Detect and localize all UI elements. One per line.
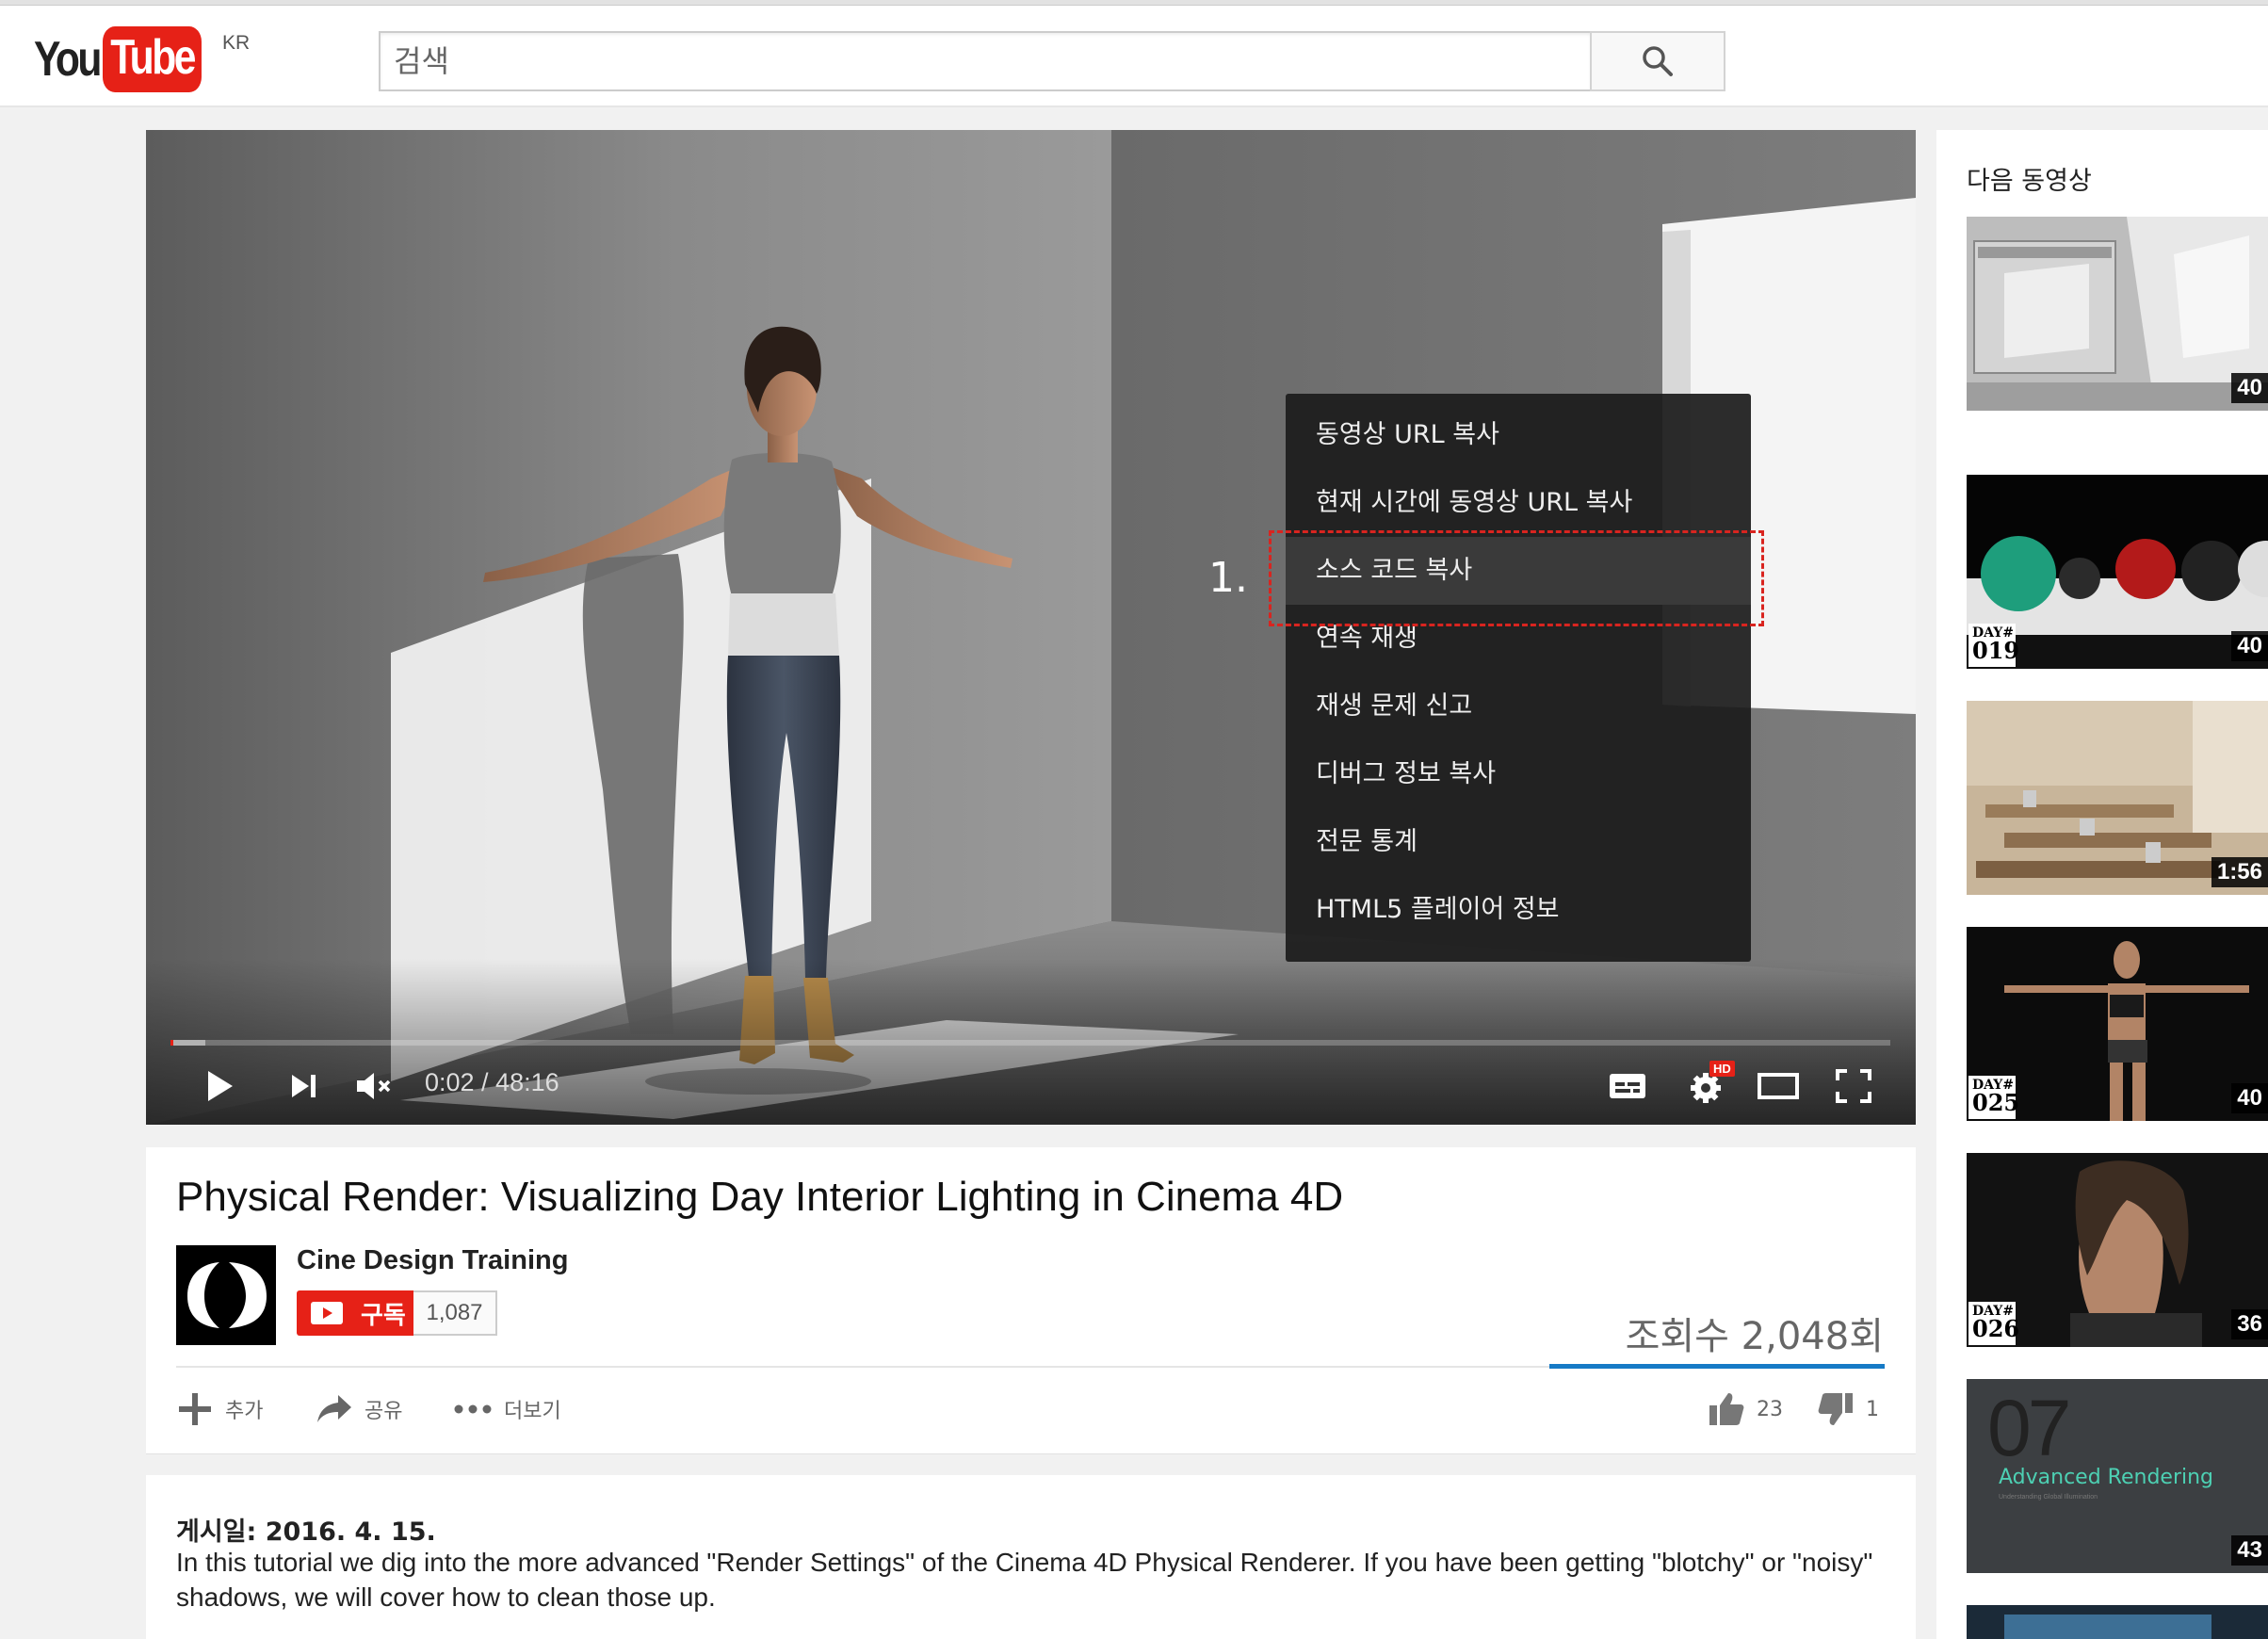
video-duration: 36 <box>2231 1309 2268 1339</box>
more-dots-icon <box>454 1404 492 1414</box>
thumbnail-image <box>1967 1605 2268 1639</box>
theater-mode-icon <box>1758 1073 1799 1099</box>
channel-name[interactable]: Cine Design Training <box>297 1245 568 1276</box>
dislike-button[interactable]: 1 <box>1817 1388 1879 1430</box>
thumbs-up-icon <box>1709 1393 1744 1425</box>
share-button[interactable]: 공유 <box>316 1388 402 1430</box>
thumbs-down-icon <box>1818 1393 1853 1425</box>
fullscreen-button[interactable] <box>1832 1063 1875 1110</box>
progress-played <box>170 1040 173 1046</box>
menu-copy-debug-info[interactable]: 디버그 정보 복사 <box>1286 740 1751 808</box>
add-label: 추가 <box>225 1400 264 1423</box>
captions-button[interactable] <box>1606 1063 1649 1110</box>
day-badge: DAY# 026 <box>1968 1302 2020 1345</box>
plus-icon <box>179 1393 211 1425</box>
logo-you-text: You <box>34 32 102 87</box>
video-duration: 1:56 <box>2211 857 2268 887</box>
progress-buffer <box>170 1040 205 1046</box>
thumbnail-image <box>1967 217 2268 411</box>
up-next-sidebar: 다음 동영상 40 DAY# 019 40 1:56 DAY# 025 40 D… <box>1936 130 2268 1639</box>
day-number: 026 <box>1972 1315 2020 1342</box>
day-badge: DAY# 025 <box>1968 1076 2020 1119</box>
video-duration: 43 <box>2231 1535 2268 1566</box>
annotation-step-number: 1. <box>1208 554 1248 602</box>
search-box <box>379 31 1591 91</box>
video-duration: 40 <box>2231 631 2268 661</box>
like-count: 23 <box>1757 1397 1783 1421</box>
search-input[interactable] <box>381 33 1591 89</box>
day-number: 019 <box>1972 637 2020 664</box>
description-text: In this tutorial we dig into the more ad… <box>176 1548 1873 1612</box>
channel-logo-icon <box>176 1245 276 1345</box>
channel-avatar[interactable] <box>176 1245 276 1345</box>
annotation-highlight-box <box>1269 530 1764 626</box>
volume-muted-icon <box>357 1073 391 1099</box>
fullscreen-icon <box>1836 1069 1871 1103</box>
thumbnail-subtitle: Understanding Global Illumination <box>1999 1494 2098 1501</box>
video-title: Physical Render: Visualizing Day Interio… <box>176 1174 1344 1220</box>
publish-date: 게시일: 2016. 4. 15. <box>176 1517 436 1547</box>
menu-report-playback-issue[interactable]: 재생 문제 신고 <box>1286 673 1751 740</box>
thumbnail-episode-number: 07 <box>1987 1384 2071 1472</box>
video-duration: 40 <box>2231 373 2268 403</box>
share-icon <box>317 1395 351 1422</box>
hd-badge: HD <box>1709 1061 1735 1077</box>
region-label: KR <box>222 32 251 54</box>
mute-button[interactable] <box>351 1063 400 1110</box>
recommended-video-thumbnail[interactable]: 07 Advanced Rendering Understanding Glob… <box>1967 1379 2268 1573</box>
view-count: 조회수 2,048회 <box>1625 1315 1884 1358</box>
add-to-button[interactable]: 추가 <box>176 1388 263 1430</box>
thumbnail-title: Advanced Rendering <box>1999 1466 2214 1489</box>
settings-button[interactable]: HD <box>1681 1061 1735 1110</box>
like-ratio-bar <box>1549 1364 1885 1369</box>
subscribe-label: 구독 <box>361 1301 406 1330</box>
more-label: 더보기 <box>504 1400 561 1423</box>
menu-stats-for-nerds[interactable]: 전문 통계 <box>1286 808 1751 876</box>
masthead: You Tube KR <box>0 6 2268 107</box>
play-button[interactable] <box>199 1063 242 1110</box>
recommended-video-thumbnail[interactable]: 40 <box>1967 217 2268 411</box>
youtube-logo[interactable]: You Tube KR <box>34 26 250 92</box>
video-info-card: Physical Render: Visualizing Day Interio… <box>146 1147 1916 1454</box>
next-button[interactable] <box>284 1063 325 1110</box>
menu-copy-video-url-at-time[interactable]: 현재 시간에 동영상 URL 복사 <box>1286 469 1751 537</box>
subtitles-icon <box>1610 1074 1645 1098</box>
recommended-video-thumbnail[interactable]: DAY# 025 40 <box>1967 927 2268 1121</box>
search-icon <box>1643 46 1673 76</box>
youtube-play-icon <box>311 1302 343 1324</box>
recommended-video-thumbnail[interactable]: DAY# 019 40 <box>1967 475 2268 669</box>
menu-html5-player-info[interactable]: HTML5 플레이어 정보 <box>1286 876 1751 944</box>
day-badge: DAY# 019 <box>1968 624 2020 667</box>
subscriber-count: 1,087 <box>413 1290 497 1336</box>
play-icon <box>208 1071 233 1101</box>
recommended-video-thumbnail[interactable] <box>1967 1605 2268 1639</box>
video-duration: 40 <box>2231 1083 2268 1113</box>
next-icon <box>292 1075 316 1097</box>
subscribe-button[interactable]: 구독 <box>297 1290 427 1336</box>
menu-copy-video-url[interactable]: 동영상 URL 복사 <box>1286 401 1751 469</box>
up-next-heading: 다음 동영상 <box>1967 167 2092 196</box>
dislike-count: 1 <box>1866 1397 1879 1421</box>
player-context-menu: 동영상 URL 복사 현재 시간에 동영상 URL 복사 소스 코드 복사 연속… <box>1286 394 1751 962</box>
progress-bar[interactable] <box>170 1040 1890 1046</box>
time-display: 0:02 / 48:16 <box>425 1068 559 1096</box>
day-number: 025 <box>1972 1089 2020 1116</box>
video-player[interactable]: 동영상 URL 복사 현재 시간에 동영상 URL 복사 소스 코드 복사 연속… <box>146 130 1916 1125</box>
description-card: 게시일: 2016. 4. 15. In this tutorial we di… <box>146 1475 1916 1639</box>
share-label: 공유 <box>364 1400 403 1423</box>
recommended-video-thumbnail[interactable]: 1:56 <box>1967 701 2268 895</box>
search-button[interactable] <box>1590 31 1725 91</box>
logo-tube-text: Tube <box>103 26 202 92</box>
more-button[interactable]: 더보기 <box>453 1388 561 1430</box>
theater-mode-button[interactable] <box>1755 1063 1802 1110</box>
recommended-video-thumbnail[interactable]: DAY# 026 36 <box>1967 1153 2268 1347</box>
like-button[interactable]: 23 <box>1708 1388 1783 1430</box>
